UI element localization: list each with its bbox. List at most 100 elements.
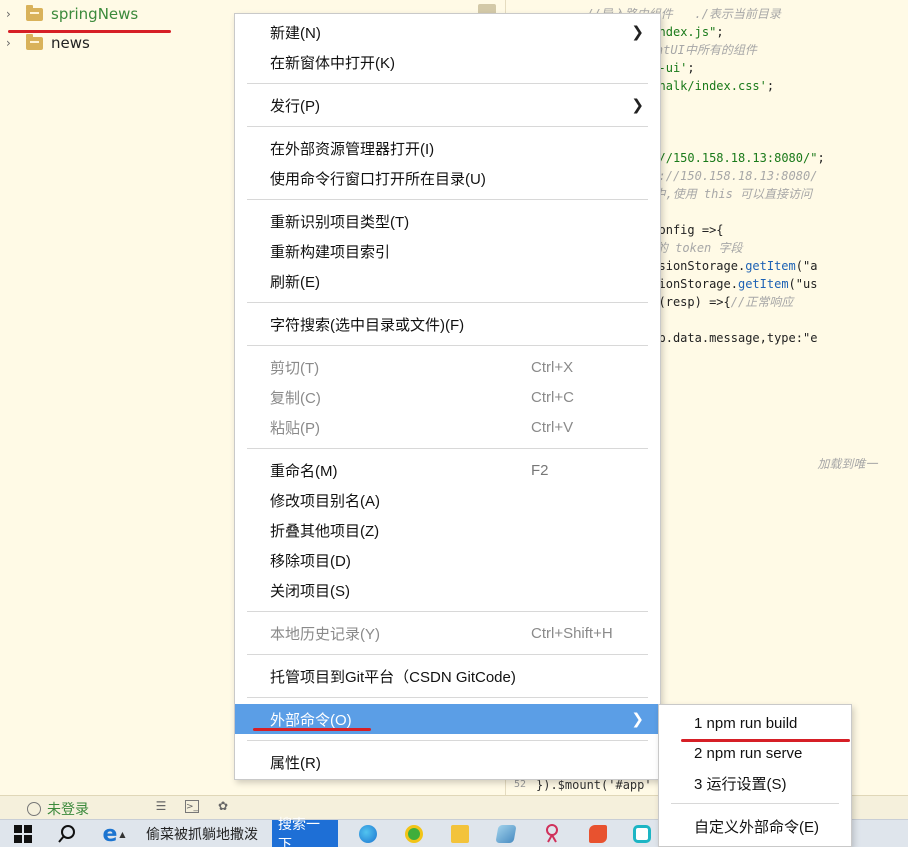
code-token: ;: [687, 61, 695, 75]
menu-item-copy[interactable]: 复制(C) Ctrl+C: [235, 382, 660, 412]
menu-item-properties[interactable]: 属性(R): [235, 747, 660, 777]
menu-separator: [247, 302, 648, 303]
windows-icon: [14, 825, 32, 843]
menu-item-label: 新建(N): [270, 24, 321, 42]
menu-item-open-terminal[interactable]: 使用命令行窗口打开所在目录(U): [235, 163, 660, 193]
menu-item-label: 刷新(E): [270, 273, 320, 291]
menu-item-remove[interactable]: 移除项目(D): [235, 545, 660, 575]
news-widget[interactable]: 偷菜被抓躺地撒泼: [138, 820, 266, 847]
menu-item-refresh[interactable]: 刷新(E): [235, 266, 660, 296]
menu-item-shortcut: Ctrl+Shift+H: [531, 624, 613, 642]
chevron-right-icon: ❯: [631, 97, 644, 114]
submenu-item-npm-build[interactable]: 1 npm run build: [659, 708, 851, 738]
menu-item-git[interactable]: 托管项目到Git平台（CSDN GitCode): [235, 661, 660, 691]
search-icon: [58, 825, 75, 843]
code-token: ;: [716, 25, 724, 39]
submenu-item-run-settings[interactable]: 3 运行设置(S): [659, 768, 851, 798]
code-token: //正常响应: [730, 295, 794, 309]
annotation-underline: [681, 739, 850, 742]
menu-item-label: 修改项目别名(A): [270, 492, 380, 510]
menu-item-close[interactable]: 关闭项目(S): [235, 575, 660, 605]
menu-item-reidentify[interactable]: 重新识别项目类型(T): [235, 206, 660, 236]
tree-item-springnews[interactable]: › springNews: [0, 0, 138, 28]
settings-icon[interactable]: ✿: [216, 800, 230, 813]
menu-separator: [247, 126, 648, 127]
search-web-button[interactable]: 搜索一下: [272, 817, 338, 847]
user-icon: [27, 802, 41, 816]
menu-item-label: 折叠其他项目(Z): [270, 522, 380, 540]
menu-separator: [247, 654, 648, 655]
code-token: ((resp) =>{: [651, 295, 731, 309]
submenu-item-label: 自定义外部命令(E): [694, 818, 819, 836]
menu-item-rename[interactable]: 重命名(M) F2: [235, 455, 660, 485]
app-icon-green[interactable]: [401, 820, 427, 847]
menu-item-label: 复制(C): [270, 389, 321, 407]
file-explorer-icon[interactable]: [447, 820, 473, 847]
menu-item-collapse-others[interactable]: 折叠其他项目(Z): [235, 515, 660, 545]
menu-item-alias[interactable]: 修改项目别名(A): [235, 485, 660, 515]
menu-separator: [247, 83, 648, 84]
tree-item-label: springNews: [51, 5, 139, 23]
tree-item-news[interactable]: › news: [0, 29, 90, 57]
menu-item-open-new-window[interactable]: 在新窗体中打开(K): [235, 47, 660, 77]
menu-item-label: 重新识别项目类型(T): [270, 213, 410, 231]
code-token: ;: [766, 79, 775, 93]
menu-item-label: 本地历史记录(Y): [270, 625, 380, 643]
menu-separator: [247, 199, 648, 200]
app-icon-red[interactable]: [585, 820, 611, 847]
context-menu: 新建(N) ❯ 在新窗体中打开(K) 发行(P) ❯ 在外部资源管理器打开(I) 使用命令行…: [234, 13, 661, 780]
login-text: 未登录: [47, 802, 89, 818]
menu-item-label: 移除项目(D): [270, 552, 351, 570]
chevron-right-icon[interactable]: ›: [6, 7, 18, 21]
menu-item-search[interactable]: 字符搜索(选中目录或文件)(F): [235, 309, 660, 339]
menu-item-label: 属性(R): [270, 754, 321, 772]
menu-item-publish[interactable]: 发行(P) ❯: [235, 90, 660, 120]
menu-item-history[interactable]: 本地历史记录(Y) Ctrl+Shift+H: [235, 618, 660, 648]
submenu-item-label: 3 运行设置(S): [694, 775, 787, 793]
line-number: 52: [514, 779, 527, 790]
menu-item-shortcut: F2: [531, 461, 549, 479]
menu-item-label: 字符搜索(选中目录或文件)(F): [270, 316, 465, 334]
list-icon[interactable]: ☰: [154, 800, 168, 813]
start-button[interactable]: [8, 820, 38, 847]
menu-separator: [247, 345, 648, 346]
code-token: getItem: [745, 259, 796, 273]
app-icon-network[interactable]: [539, 820, 565, 847]
menu-item-shortcut: Ctrl+X: [531, 358, 574, 376]
folder-icon: [26, 4, 43, 21]
menu-item-label: 在新窗体中打开(K): [270, 54, 395, 72]
app-icon-blue[interactable]: [493, 820, 519, 847]
submenu-item-npm-serve[interactable]: 2 npm run serve: [659, 738, 851, 768]
edge-ie-icon[interactable]: e ▲: [96, 820, 132, 847]
edge-browser-icon[interactable]: [355, 820, 381, 847]
chevron-right-icon: ❯: [631, 24, 644, 41]
code-token: ;: [817, 151, 825, 165]
menu-item-rebuild-index[interactable]: 重新构建项目索引: [235, 236, 660, 266]
menu-item-shortcut: Ctrl+C: [531, 388, 574, 406]
app-icon-teal[interactable]: [630, 820, 654, 847]
submenu-item-label: 2 npm run serve: [694, 744, 803, 762]
search-button[interactable]: [52, 820, 82, 847]
login-status[interactable]: 未登录: [27, 799, 89, 819]
tree-item-label: news: [51, 34, 90, 52]
terminal-icon[interactable]: >_: [185, 800, 199, 813]
menu-separator: [671, 803, 839, 804]
menu-item-cut[interactable]: 剪切(T) Ctrl+X: [235, 352, 660, 382]
folder-icon: [26, 33, 43, 50]
menu-item-shortcut: Ctrl+V: [531, 418, 574, 436]
code-token: ("us: [788, 277, 818, 291]
menu-item-label: 粘贴(P): [270, 419, 320, 437]
annotation-underline: [253, 728, 371, 731]
submenu-item-label: 1 npm run build: [694, 714, 798, 732]
chevron-right-icon[interactable]: ›: [6, 36, 18, 50]
menu-item-label: 关闭项目(S): [270, 582, 350, 600]
menu-item-open-explorer[interactable]: 在外部资源管理器打开(I): [235, 133, 660, 163]
menu-item-label: 重新构建项目索引: [270, 243, 391, 261]
submenu-item-custom-command[interactable]: 自定义外部命令(E): [659, 811, 851, 841]
menu-separator: [247, 448, 648, 449]
menu-item-label: 发行(P): [270, 97, 320, 115]
menu-item-paste[interactable]: 粘贴(P) Ctrl+V: [235, 412, 660, 442]
menu-item-label: 外部命令(O): [270, 711, 352, 729]
menu-separator: [247, 740, 648, 741]
menu-item-new[interactable]: 新建(N) ❯: [235, 17, 660, 47]
